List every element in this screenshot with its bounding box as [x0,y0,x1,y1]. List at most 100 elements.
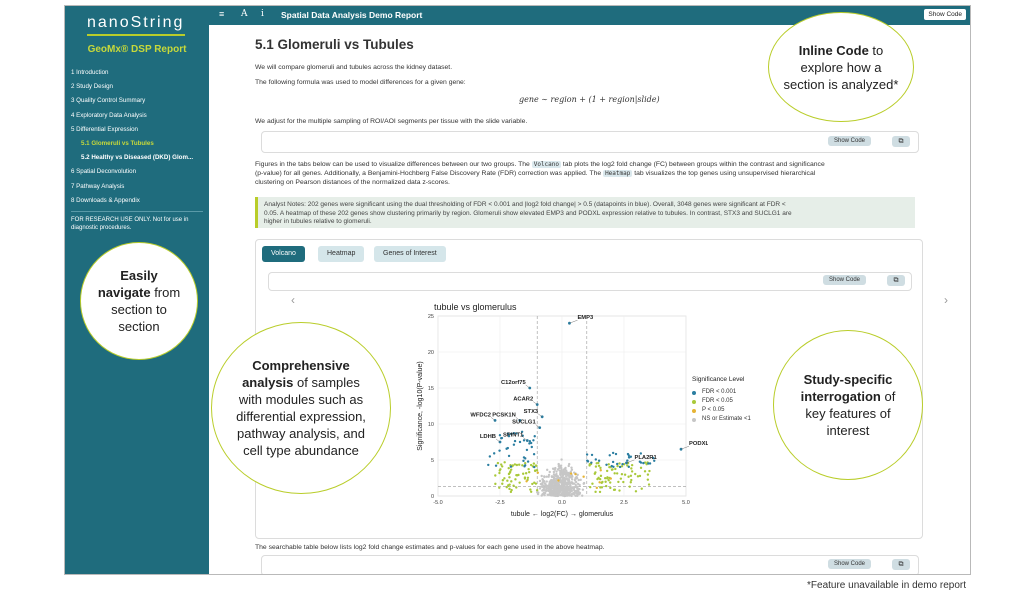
sidebar-item-spatial-deconvolution[interactable]: 6 Spatial Deconvolution [71,165,207,179]
data-point-fdr05 [505,485,508,489]
report-header-title: Spatial Data Analysis Demo Report [281,10,423,20]
data-point-fdr05 [535,489,539,492]
data-point-fdr05 [508,487,511,491]
sidebar-item-exploratory-analysis[interactable]: 4 Exploratory Data Analysis [71,109,207,123]
table-show-code-button[interactable]: Show Code [828,559,872,569]
tab-genes-of-interest[interactable]: Genes of Interest [374,246,446,262]
prev-slide-chevron-icon[interactable]: ‹ [291,293,295,307]
data-point-fdr05 [510,468,513,471]
data-point-fdr05 [600,481,603,485]
analyst-notes: Analyst Notes: 202 genes were significan… [255,197,915,228]
data-point-fdr001 [590,453,594,457]
data-point-fdr001 [513,439,517,443]
callout-inline-code: Inline Code to explore how a section is … [768,12,914,122]
nanostring-logo: nanoString [87,14,185,31]
sidebar-item-downloads[interactable]: 8 Downloads & Appendix [71,194,207,208]
data-point-fdr05 [599,466,602,470]
data-point-ns [569,488,573,492]
data-point-fdr05 [636,475,640,478]
data-point-fdr05 [596,477,599,481]
info-icon[interactable]: i [261,9,264,19]
data-point-fdr001 [522,459,525,463]
research-use-note: FOR RESEARCH USE ONLY. Not for use in di… [71,217,189,231]
data-point-ns [572,488,575,491]
data-point-ns [561,492,564,495]
data-point-fdr05 [517,463,521,466]
plot-legend: Significance Level FDR < 0.001 FDR < 0.05… [692,376,782,424]
data-point-fdr05 [618,462,621,465]
data-point-ns [568,493,571,496]
data-point-fdr001 [611,460,615,464]
volcano-copy-icon[interactable]: ⧉ [887,275,905,286]
data-point-fdr05 [507,466,510,470]
next-slide-chevron-icon[interactable]: › [944,293,948,307]
data-point-ns [575,476,579,480]
gene-label: PLA2R1 [634,455,657,461]
data-point-ns [578,483,581,487]
data-point-fdr05 [613,472,616,475]
data-point-ns [553,482,557,486]
sidebar-item-differential-expression[interactable]: 5 Differential Expression [71,123,207,137]
section-heading: 5.1 Glomeruli vs Tubules [255,37,414,52]
data-point-fdr001 [627,465,631,469]
sidebar-item-introduction[interactable]: 1 Introduction [71,66,207,80]
legend-entry: NS or Estimate <1 [692,415,782,424]
data-point-fdr05 [612,488,616,492]
data-point-fdr001 [626,452,630,456]
code-chunk-volcano: Show Code ⧉ [268,272,912,291]
show-code-button[interactable]: Show Code [828,136,872,146]
legend-label: FDR < 0.05 [702,398,733,404]
sidebar-divider [71,211,203,212]
data-point-fdr001 [585,453,589,456]
fig-text-1: Figures in the tabs below can be used to… [255,161,530,168]
global-show-code-button[interactable]: Show Code [924,9,966,20]
volcano-show-code-button[interactable]: Show Code [823,275,867,285]
data-point-fdr05 [508,483,511,486]
data-point-ns [541,478,545,482]
data-point-fdr05 [591,482,594,485]
data-point-ns [561,472,565,476]
data-point-ns [569,475,573,479]
data-point-fdr05 [499,468,502,471]
copy-icon[interactable]: ⧉ [892,136,910,147]
data-point-fdr001 [626,459,629,462]
menu-icon[interactable]: ≡ [219,9,224,19]
data-point-fdr001 [590,461,593,464]
data-point-fdr001 [488,455,492,458]
data-point-fdr001 [498,433,502,437]
data-point-fdr05 [529,488,532,491]
table-copy-icon[interactable]: ⧉ [892,559,910,570]
data-point-ns [573,478,577,481]
x-tick-label: 2.5 [620,500,628,506]
data-point-ns [577,493,580,496]
callout-inline-code-bold: Inline Code [798,42,869,58]
data-point-fdr05 [523,461,527,465]
data-point-ns [540,482,544,485]
data-point-ns [569,483,572,487]
legend-label: NS or Estimate <1 [702,416,751,422]
data-point-ns [559,480,563,483]
data-point-fdr05 [607,479,610,482]
font-settings-icon[interactable]: A [241,9,248,19]
gene-label: ACAR2 [513,397,533,403]
data-point-fdr05 [627,475,630,478]
data-point-fdr05 [510,488,513,492]
sidebar-item-pathway-analysis[interactable]: 7 Pathway Analysis [71,180,207,194]
sidebar-item-quality-control[interactable]: 3 Quality Control Summary [71,94,207,108]
data-point-ns [547,475,550,478]
data-point-ns [581,488,585,491]
labeled-gene-point [625,461,628,465]
data-point-fdr05 [532,462,536,465]
tab-heatmap[interactable]: Heatmap [318,246,365,262]
tab-volcano[interactable]: Volcano [262,246,305,262]
sidebar-item-glomeruli-vs-tubules[interactable]: 5.1 Glomeruli vs Tubules [71,137,207,151]
data-point-ns [568,491,572,494]
sidebar-item-healthy-vs-diseased[interactable]: 5.2 Healthy vs Diseased (DKD) Glom... [71,151,207,165]
analyst-notes-line-1: Analyst Notes: 202 genes were significan… [264,201,786,208]
data-point-fdr05 [639,466,643,470]
data-point-ns [553,468,557,471]
data-point-fdr001 [494,464,498,467]
volcano-inline-code: Volcano [531,161,561,168]
data-point-fdr05 [494,482,497,486]
sidebar-item-study-design[interactable]: 2 Study Design [71,80,207,94]
